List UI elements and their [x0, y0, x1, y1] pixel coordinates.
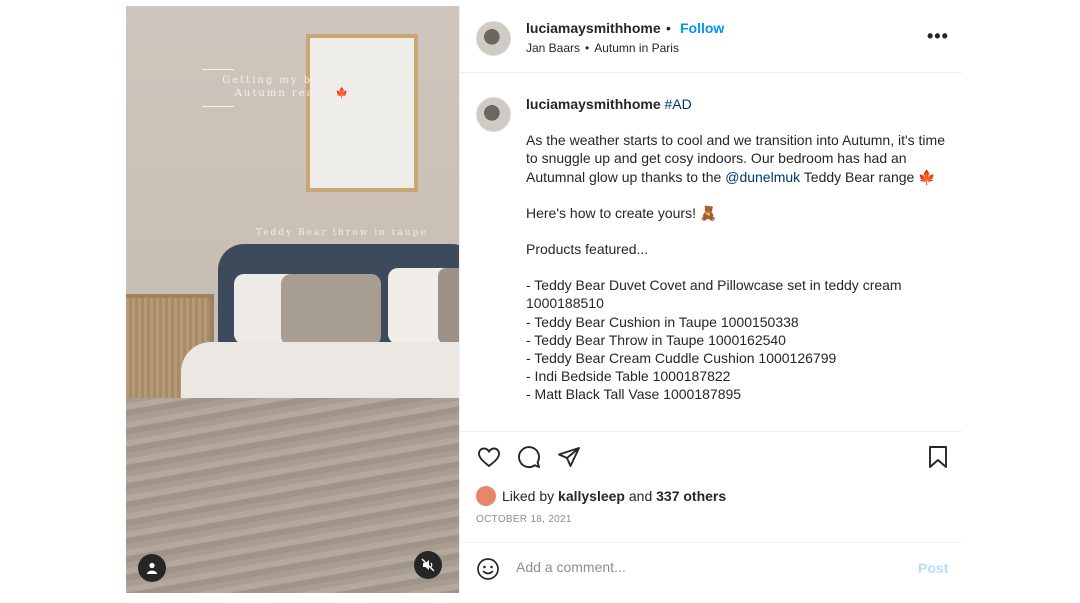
post-comment-button[interactable]: Post — [918, 560, 948, 576]
post-side-panel: luciamaysmithhome • Follow Jan Baars • Aut… — [459, 6, 962, 593]
instagram-post: Getting my bedroom Autumn ready 🍁 Teddy … — [126, 6, 962, 593]
comment-input[interactable] — [516, 559, 896, 575]
follow-button[interactable]: Follow — [680, 20, 724, 36]
comment-bar: Post — [460, 542, 962, 594]
list-item: - Teddy Bear Cream Cuddle Cushion 100012… — [526, 350, 837, 367]
product-list: - Teddy Bear Duvet Covet and Pillowcase … — [526, 276, 946, 403]
caption-text: luciamaysmithhome #AD As the weather sta… — [526, 95, 946, 404]
audio-separator: • — [585, 41, 590, 55]
caption-area: luciamaysmithhome #AD As the weather sta… — [460, 73, 962, 431]
audio-track: Autumn in Paris — [594, 41, 679, 55]
post-image[interactable]: Getting my bedroom Autumn ready 🍁 Teddy … — [126, 6, 459, 593]
post-date[interactable]: OCTOBER 18, 2021 — [476, 514, 572, 525]
cushion — [438, 268, 459, 344]
share-icon — [558, 447, 580, 467]
title-divider-bottom — [202, 106, 234, 107]
list-item: - Teddy Bear Duvet Covet and Pillowcase … — [526, 277, 902, 312]
heart-icon — [478, 447, 500, 468]
like-button[interactable] — [476, 444, 502, 470]
author-username[interactable]: luciamaysmithhome — [526, 20, 661, 36]
save-button[interactable] — [925, 444, 951, 470]
list-item: - Matt Black Tall Vase 1000187895 — [526, 386, 742, 403]
caption-body: Teddy Bear range 🍁 — [800, 168, 936, 185]
mute-button[interactable] — [414, 551, 442, 579]
cushion — [281, 274, 381, 346]
comment-button[interactable] — [516, 444, 542, 470]
hashtag-link[interactable]: #AD — [665, 96, 692, 112]
emoji-icon[interactable] — [476, 557, 500, 581]
list-item: - Teddy Bear Throw in Taupe 1000162540 — [526, 331, 786, 348]
bookmark-icon — [929, 446, 947, 468]
list-item: - Indi Bedside Table 1000187822 — [526, 368, 731, 385]
list-item: - Teddy Bear Cushion in Taupe 1000150338 — [526, 313, 799, 330]
teddy-throw — [126, 398, 459, 593]
audio-info[interactable]: Jan Baars • Autumn in Paris — [526, 41, 679, 55]
liker-username[interactable]: kallysleep — [558, 488, 625, 504]
comment-icon — [518, 446, 540, 468]
audio-artist: Jan Baars — [526, 41, 581, 55]
wall-art-frame — [306, 34, 418, 192]
mention-link[interactable]: @dunelmuk — [725, 169, 800, 185]
likes-summary: Liked by kallysleep and 337 others — [476, 486, 726, 506]
user-icon — [147, 562, 157, 574]
likes-prefix: Liked by — [502, 488, 555, 504]
story-title-line2: Autumn ready 🍁 — [234, 88, 351, 99]
speaker-muted-icon — [421, 558, 435, 572]
action-bar — [460, 431, 962, 482]
caption-username[interactable]: luciamaysmithhome — [526, 96, 661, 112]
share-button[interactable] — [556, 444, 582, 470]
post-header: luciamaysmithhome • Follow Jan Baars • Aut… — [460, 6, 962, 73]
story-caption: Teddy Bear throw in taupe — [256, 228, 428, 238]
likes-middle: and — [628, 488, 653, 504]
more-options-icon: ••• — [927, 26, 949, 46]
likes-count-link[interactable]: 337 others — [656, 488, 726, 504]
user-tag-button[interactable] — [138, 554, 166, 582]
separator-dot: • — [666, 20, 671, 36]
caption-paragraph: As the weather starts to cool and we tra… — [526, 131, 946, 186]
more-options-button[interactable]: ••• — [927, 26, 949, 47]
liker-avatar[interactable] — [476, 486, 496, 506]
caption-paragraph: Here's how to create yours! 🧸 — [526, 204, 718, 221]
story-title-line1: Getting my bedroom — [222, 75, 363, 86]
caption-paragraph: Products featured... — [526, 241, 649, 258]
avatar[interactable] — [476, 97, 511, 132]
avatar[interactable] — [476, 21, 511, 56]
story-title: Getting my bedroom Autumn ready 🍁 — [126, 70, 459, 100]
